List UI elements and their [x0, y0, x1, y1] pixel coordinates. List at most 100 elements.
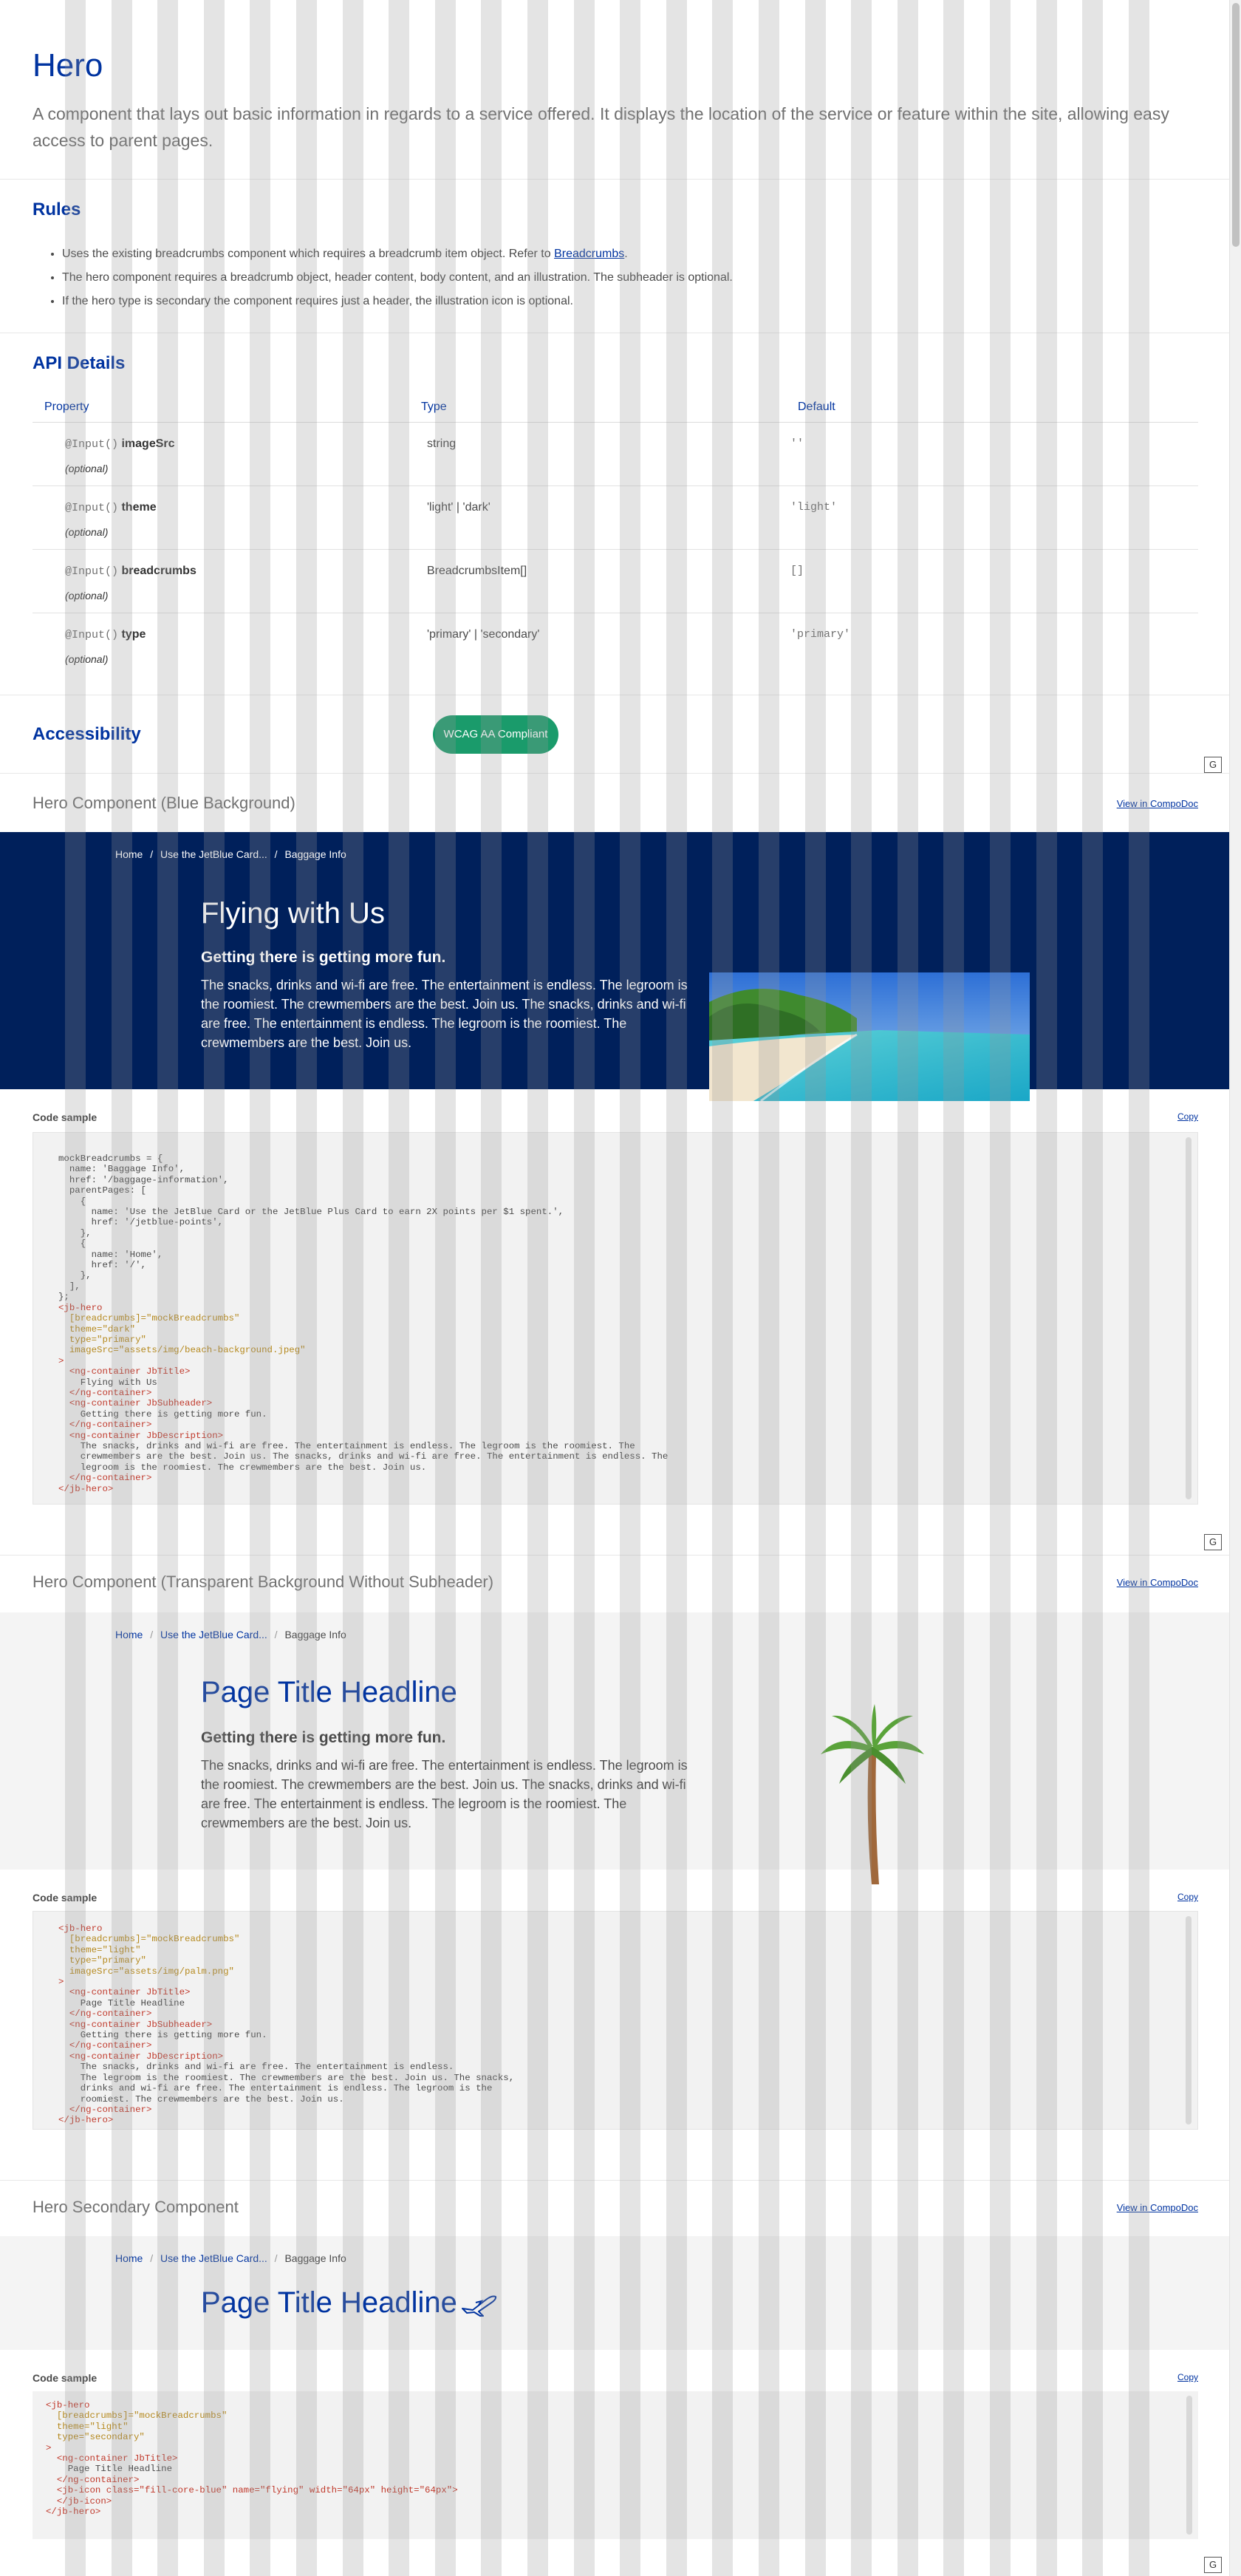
breadcrumb: Home / Use the JetBlue Card... / Baggage…	[115, 2252, 351, 2264]
breadcrumb-middle[interactable]: Use the JetBlue Card...	[160, 1629, 267, 1640]
copy-button[interactable]: Copy	[1177, 1892, 1198, 1902]
breadcrumb: Home / Use the JetBlue Card... / Baggage…	[115, 1629, 351, 1640]
code-scrollbar[interactable]	[1186, 1916, 1192, 2124]
hero-subheader: Getting there is getting more fun.	[201, 949, 446, 966]
code-block: <jb-hero [breadcrumbs]="mockBreadcrumbs"…	[33, 1911, 1198, 2130]
copy-button[interactable]: Copy	[1177, 1111, 1198, 1122]
breadcrumb-separator: /	[274, 2252, 278, 2264]
breadcrumb-separator: /	[150, 2252, 154, 2264]
view-in-compodoc-link[interactable]: View in CompoDoc	[1117, 1577, 1198, 1588]
column-header: Type	[421, 401, 447, 413]
breadcrumb-separator: /	[150, 1629, 154, 1640]
grid-toggle-button[interactable]: G	[1204, 757, 1222, 773]
view-in-compodoc-link[interactable]: View in CompoDoc	[1117, 798, 1198, 809]
flying-plane-icon	[462, 2295, 497, 2317]
code-text: mockBreadcrumbs = { name: 'Baggage Info'…	[58, 1154, 669, 1494]
example-title: Hero Component (Transparent Background W…	[33, 1572, 494, 1591]
example-title: Hero Component (Blue Background)	[33, 794, 295, 812]
code-sample-label: Code sample	[33, 1111, 98, 1123]
optional-label: (optional)	[65, 463, 109, 474]
property-name: breadcrumbs	[121, 565, 196, 577]
breadcrumb: Home / Use the JetBlue Card... / Baggage…	[115, 848, 351, 860]
property-type: 'primary' | 'secondary'	[427, 628, 540, 641]
hero-title: Flying with Us	[201, 897, 385, 930]
grid-toggle-button[interactable]: G	[1204, 2557, 1222, 2573]
breadcrumb-home[interactable]: Home	[115, 1629, 143, 1640]
code-sample-label: Code sample	[33, 2372, 98, 2384]
hero-subheader: Getting there is getting more fun.	[201, 1729, 446, 1746]
wcag-badge: WCAG AA Compliant	[433, 715, 558, 754]
divider	[0, 179, 1229, 180]
page-title: Hero	[33, 47, 103, 84]
table-row: @Input() type (optional) 'primary' | 'se…	[33, 613, 1198, 677]
breadcrumb-separator: /	[274, 1629, 278, 1640]
api-heading: API Details	[33, 353, 126, 373]
page-scrollbar[interactable]	[1229, 0, 1241, 2576]
property-name: type	[121, 628, 146, 641]
rule-item: The hero component requires a breadcrumb…	[62, 269, 733, 293]
hero-description: The snacks, drinks and wi-fi are free. T…	[201, 978, 688, 1050]
api-table: Property Type Default @Input() imageSrc …	[33, 392, 1198, 677]
decorator: @Input()	[65, 565, 119, 578]
breadcrumb-middle[interactable]: Use the JetBlue Card...	[160, 848, 267, 860]
code-block: <jb-hero [breadcrumbs]="mockBreadcrumbs"…	[33, 2391, 1198, 2539]
divider	[0, 773, 1229, 774]
property-default: 'light'	[790, 501, 838, 514]
grid-toggle-button[interactable]: G	[1204, 1534, 1222, 1550]
hero-title: Page Title Headline	[201, 2286, 457, 2319]
rule-text: Uses the existing breadcrumbs component …	[62, 248, 551, 260]
code-block: mockBreadcrumbs = { name: 'Baggage Info'…	[33, 1132, 1198, 1505]
hero-blue: Home / Use the JetBlue Card... / Baggage…	[0, 832, 1229, 1101]
beach-image	[709, 972, 1030, 1101]
property-type: string	[427, 437, 457, 450]
optional-label: (optional)	[65, 653, 109, 665]
breadcrumb-home[interactable]: Home	[115, 848, 143, 860]
code-scrollbar[interactable]	[1186, 2396, 1192, 2535]
code-scrollbar[interactable]	[1186, 1137, 1192, 1499]
property-type: 'light' | 'dark'	[427, 501, 490, 514]
column-header: Property	[44, 401, 89, 413]
property-default: 'primary'	[790, 628, 851, 641]
breadcrumb-home[interactable]: Home	[115, 2252, 143, 2264]
optional-label: (optional)	[65, 526, 109, 538]
palm-tree-image	[821, 1704, 924, 1884]
property-name: theme	[121, 501, 157, 514]
column-header: Default	[798, 401, 835, 413]
code-text: <jb-hero [breadcrumbs]="mockBreadcrumbs"…	[58, 1924, 515, 2126]
rules-heading: Rules	[33, 200, 81, 219]
code-sample-label: Code sample	[33, 1892, 98, 1904]
table-row: @Input() theme (optional) 'light' | 'dar…	[33, 486, 1198, 550]
property-name: imageSrc	[121, 437, 175, 450]
decorator: @Input()	[65, 502, 119, 514]
property-default: ''	[790, 437, 804, 450]
example-title: Hero Secondary Component	[33, 2198, 239, 2216]
accessibility-heading: Accessibility	[33, 724, 141, 744]
code-text: <jb-hero [breadcrumbs]="mockBreadcrumbs"…	[46, 2400, 458, 2518]
hero-description: The snacks, drinks and wi-fi are free. T…	[201, 1758, 688, 1830]
breadcrumb-current: Baggage Info	[284, 1629, 346, 1640]
rule-item: Uses the existing breadcrumbs component …	[62, 245, 733, 269]
optional-label: (optional)	[65, 590, 109, 602]
table-row: @Input() breadcrumbs (optional) Breadcru…	[33, 550, 1198, 613]
breadcrumb-middle[interactable]: Use the JetBlue Card...	[160, 2252, 267, 2264]
scrollbar-thumb[interactable]	[1232, 3, 1240, 247]
page-description: A component that lays out basic informat…	[33, 104, 1169, 150]
divider	[0, 1555, 1229, 1556]
api-table-header: Property Type Default	[33, 392, 1198, 423]
breadcrumb-separator: /	[150, 848, 154, 860]
breadcrumb-current: Baggage Info	[284, 2252, 346, 2264]
copy-button[interactable]: Copy	[1177, 2372, 1198, 2382]
table-row: @Input() imageSrc (optional) string ''	[33, 423, 1198, 486]
divider	[0, 2180, 1229, 2181]
breadcrumb-current: Baggage Info	[284, 848, 346, 860]
hero-light: Home / Use the JetBlue Card... / Baggage…	[0, 1612, 1229, 1884]
decorator: @Input()	[65, 629, 119, 641]
property-default: []	[790, 565, 804, 577]
breadcrumb-separator: /	[274, 848, 278, 860]
breadcrumbs-link[interactable]: Breadcrumbs	[554, 248, 624, 260]
hero-secondary: Home / Use the JetBlue Card... / Baggage…	[0, 2236, 1229, 2350]
view-in-compodoc-link[interactable]: View in CompoDoc	[1117, 2202, 1198, 2213]
hero-title: Page Title Headline	[201, 1676, 457, 1708]
rules-list: Uses the existing breadcrumbs component …	[62, 245, 733, 316]
rule-item: If the hero type is secondary the compon…	[62, 293, 733, 316]
